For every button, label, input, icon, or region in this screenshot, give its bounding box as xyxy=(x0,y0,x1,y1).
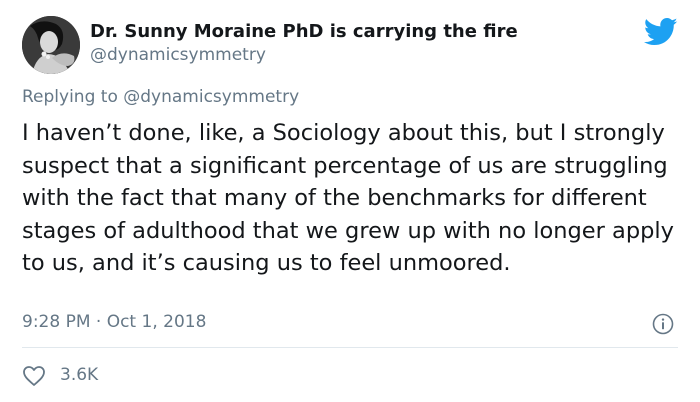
avatar[interactable] xyxy=(22,16,80,74)
reply-mention-link[interactable]: @dynamicsymmetry xyxy=(123,87,299,107)
tweet-text: I haven’t done, like, a Sociology about … xyxy=(22,120,674,276)
heart-icon[interactable] xyxy=(22,365,46,387)
replying-to: Replying to @dynamicsymmetry xyxy=(22,87,299,107)
divider xyxy=(22,347,678,348)
info-icon[interactable] xyxy=(652,313,674,335)
avatar-image xyxy=(22,16,80,74)
like-count: 3.6K xyxy=(60,365,99,385)
author-handle[interactable]: @dynamicsymmetry xyxy=(90,45,266,65)
author-display-name[interactable]: Dr. Sunny Moraine PhD is carrying the fi… xyxy=(90,21,518,42)
tweet-timestamp[interactable]: 9:28 PM · Oct 1, 2018 xyxy=(22,312,206,332)
twitter-bird-icon[interactable] xyxy=(644,17,678,47)
replying-to-label: Replying to xyxy=(22,87,118,107)
tweet-card: Dr. Sunny Moraine PhD is carrying the fi… xyxy=(0,0,700,402)
